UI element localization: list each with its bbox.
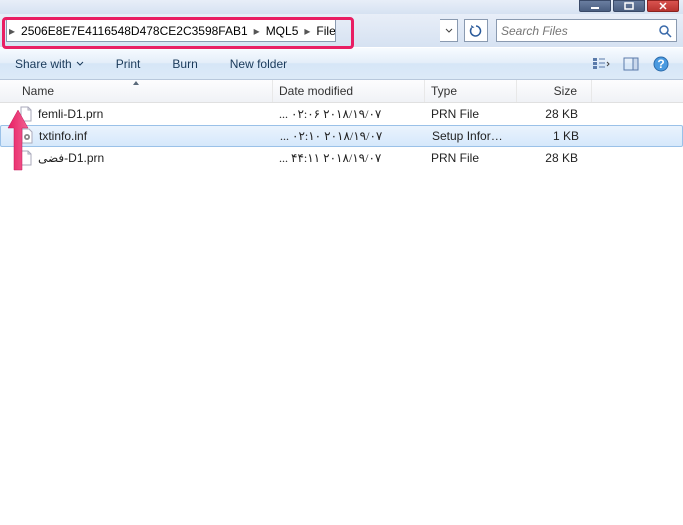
svg-text:?: ? xyxy=(657,57,664,71)
file-type: PRN File xyxy=(425,151,517,165)
share-with-button[interactable]: Share with xyxy=(8,52,91,76)
maximize-button[interactable] xyxy=(613,0,645,12)
close-button[interactable] xyxy=(647,0,679,12)
breadcrumb[interactable]: ▸ 2506E8E7E4116548D478CE2C3598FAB1 ▸ MQL… xyxy=(6,19,336,42)
chevron-down-icon xyxy=(76,61,84,67)
column-header-size[interactable]: Size xyxy=(517,80,592,102)
breadcrumb-segment[interactable]: MQL5 xyxy=(262,20,303,41)
file-type: PRN File xyxy=(425,107,517,121)
breadcrumb-segment[interactable]: Files xyxy=(312,20,336,41)
view-options-button[interactable] xyxy=(587,52,615,76)
preview-pane-button[interactable] xyxy=(617,52,645,76)
file-size: 28 KB xyxy=(517,151,592,165)
file-date: ٢٠١٨/١٩/٠٧ ٠٢:١٠ ... xyxy=(274,129,426,144)
file-size: 28 KB xyxy=(517,107,592,121)
file-icon xyxy=(18,106,34,122)
file-name: txtinfo.inf xyxy=(39,129,87,143)
file-date: ٢٠١٨/١٩/٠٧ ٠٢:٠۶ ... xyxy=(273,107,425,122)
sort-ascending-icon xyxy=(132,80,140,86)
address-dropdown-button[interactable] xyxy=(440,19,458,42)
chevron-down-icon xyxy=(445,27,453,35)
share-with-label: Share with xyxy=(15,57,72,71)
file-row[interactable]: فضى-D1.prn ٢٠١٨/١٩/٠٧ ١١:۴۴ ... PRN File… xyxy=(0,147,683,169)
file-name: فضى-D1.prn xyxy=(38,151,104,165)
chevron-right-icon: ▸ xyxy=(252,24,262,38)
view-icon xyxy=(592,56,610,72)
chevron-right-icon: ▸ xyxy=(302,24,312,38)
file-icon xyxy=(18,150,34,166)
column-header-name[interactable]: Name xyxy=(0,80,273,102)
file-name: femli-D1.prn xyxy=(38,107,103,121)
search-icon xyxy=(658,24,672,38)
column-headers: Name Date modified Type Size xyxy=(0,80,683,103)
window-titlebar xyxy=(0,0,683,14)
search-input[interactable] xyxy=(501,24,658,38)
preview-pane-icon xyxy=(623,57,639,71)
print-button[interactable]: Print xyxy=(109,52,148,76)
help-button[interactable]: ? xyxy=(647,52,675,76)
chevron-right-icon: ▸ xyxy=(7,24,17,38)
file-type: Setup Information xyxy=(426,129,518,143)
refresh-icon xyxy=(469,24,483,38)
file-date: ٢٠١٨/١٩/٠٧ ١١:۴۴ ... xyxy=(273,151,425,166)
address-bar-row: ▸ 2506E8E7E4116548D478CE2C3598FAB1 ▸ MQL… xyxy=(0,14,683,47)
minimize-button[interactable] xyxy=(579,0,611,12)
refresh-button[interactable] xyxy=(464,19,488,42)
new-folder-button[interactable]: New folder xyxy=(223,52,294,76)
file-row[interactable]: femli-D1.prn ٢٠١٨/١٩/٠٧ ٠٢:٠۶ ... PRN Fi… xyxy=(0,103,683,125)
gear-file-icon xyxy=(19,128,35,144)
column-header-type[interactable]: Type xyxy=(425,80,517,102)
help-icon: ? xyxy=(653,56,669,72)
breadcrumb-segment[interactable]: 2506E8E7E4116548D478CE2C3598FAB1 xyxy=(17,20,252,41)
file-list: femli-D1.prn ٢٠١٨/١٩/٠٧ ٠٢:٠۶ ... PRN Fi… xyxy=(0,103,683,169)
toolbar: Share with Print Burn New folder ? xyxy=(0,47,683,80)
burn-button[interactable]: Burn xyxy=(165,52,204,76)
column-header-date[interactable]: Date modified xyxy=(273,80,425,102)
file-row[interactable]: txtinfo.inf ٢٠١٨/١٩/٠٧ ٠٢:١٠ ... Setup I… xyxy=(0,125,683,147)
file-size: 1 KB xyxy=(518,129,593,143)
search-box[interactable] xyxy=(496,19,677,42)
